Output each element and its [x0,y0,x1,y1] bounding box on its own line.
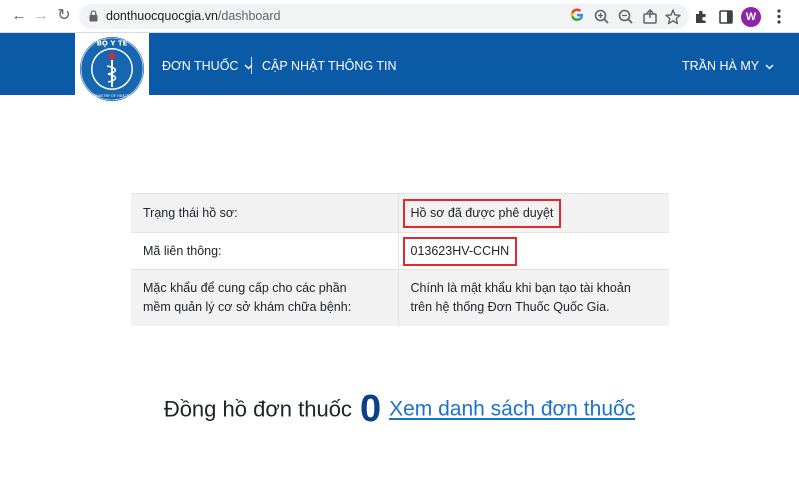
connection-code-label: Mã liên thông: [131,232,398,270]
url-domain: donthuocquocgia.vn [106,9,218,23]
reload-icon[interactable]: ↻ [55,7,73,25]
connection-code-value: 013623HV-CCHN [402,236,518,266]
extensions-icon[interactable] [693,8,711,26]
table-row: Trạng thái hồ sơ: Hồ sơ đã được phê duyệ… [131,193,669,233]
forward-arrow-icon[interactable]: → [32,7,50,25]
profile-status-value: Hồ sơ đã được phê duyệt [402,198,562,228]
table-row: Mã liên thông: 013623HV-CCHN [131,232,669,270]
logo-top-text: BỘ Y TẾ [97,38,128,48]
nav-update-info[interactable]: CẬP NHẬT THÔNG TIN [262,59,397,73]
logo-bottom-text: MINISTRY OF HEALTH [93,94,131,98]
counter-value: 0 [359,388,382,430]
user-name: TRẦN HÀ MY [682,59,760,73]
nav-prescription[interactable]: ĐƠN THUỐC [162,59,253,73]
url-text: donthuocquocgia.vn/dashboard [106,9,280,23]
account-info-table: Trạng thái hồ sơ: Hồ sơ đã được phê duyệ… [131,193,669,326]
chevron-down-icon [765,64,774,70]
table-row: Mặc khẩu để cung cấp cho các phần mềm qu… [131,269,669,326]
prescription-counter: Đồng hồ đơn thuốc 0 Xem danh sách đơn thuố… [0,388,799,431]
profile-status-value-cell: Hồ sơ đã được phê duyệt [397,193,669,233]
profile-avatar[interactable]: W [741,7,761,27]
password-value: Chính là mật khẩu khi bạn tạo tài khoản … [397,269,669,326]
browser-toolbar: ← → ↻ donthuocquocgia.vn/dashboard W [0,0,799,33]
profile-status-label: Trạng thái hồ sơ: [131,193,398,233]
ministry-emblem-icon: BỘ Y TẾ MINISTRY OF HEALTH [80,37,144,101]
url-path: /dashboard [217,9,281,23]
connection-code-value-cell: 013623HV-CCHN [397,232,669,270]
user-menu[interactable]: TRẦN HÀ MY [682,59,774,73]
back-arrow-icon[interactable]: ← [10,7,28,25]
nav-prescription-label: ĐƠN THUỐC [162,59,239,73]
more-menu-icon[interactable] [776,8,782,25]
ministry-logo[interactable]: BỘ Y TẾ MINISTRY OF HEALTH [75,33,149,105]
zoom-out-icon[interactable] [617,8,635,26]
google-icon[interactable] [570,8,584,22]
bookmark-star-icon[interactable] [664,8,682,26]
share-icon[interactable] [641,8,659,26]
zoom-icon[interactable] [593,8,611,26]
password-label: Mặc khẩu để cung cấp cho các phần mềm qu… [131,269,398,326]
lock-icon [89,10,98,22]
chevron-down-icon [244,64,253,70]
counter-label: Đồng hồ đơn thuốc [163,396,352,422]
side-panel-icon[interactable] [717,8,735,26]
view-prescriptions-link[interactable]: Xem danh sách đơn thuốc [389,398,635,421]
nav-divider [251,57,252,74]
